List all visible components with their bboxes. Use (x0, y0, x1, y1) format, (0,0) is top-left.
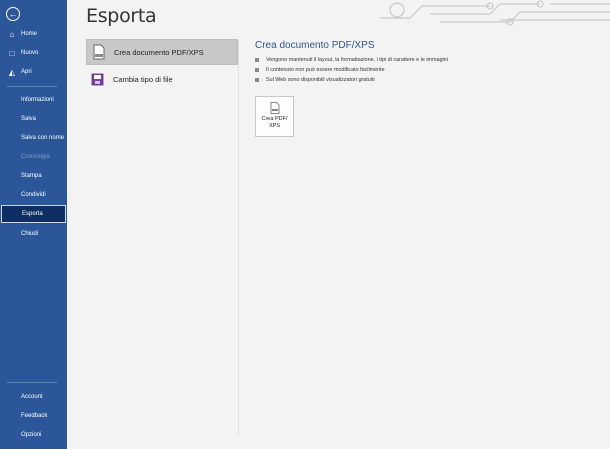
new-document-icon: □ (9, 48, 15, 58)
bullet-icon (255, 58, 259, 62)
create-pdf-xps-button[interactable]: Crea PDF/ XPS (255, 96, 294, 137)
pdf-document-icon (270, 102, 279, 114)
backstage-sidebar: ← ⌂ Home □ Nuovo ◭ Apri Informazioni Sal… (0, 0, 67, 449)
nav-export[interactable]: Esporta (1, 205, 66, 223)
nav-feedback[interactable]: Feedback (0, 407, 67, 425)
change-file-type-icon (91, 73, 104, 86)
pdf-document-icon (93, 44, 105, 60)
sidebar-divider-bottom (7, 382, 57, 383)
folder-icon: ◭ (8, 67, 16, 77)
feature-list: Vengono mantenuti il layout, la formatta… (255, 55, 448, 85)
feature-item: Il contenuto non può essere modificato f… (255, 65, 448, 75)
option-create-pdf-xps[interactable]: Crea documento PDF/XPS (86, 39, 238, 65)
nav-print[interactable]: Stampa (0, 167, 67, 185)
nav-account[interactable]: Account (0, 388, 67, 406)
home-icon: ⌂ (9, 29, 15, 39)
nav-history: Cronologia (21, 154, 51, 160)
nav-save[interactable]: Salva (0, 110, 67, 128)
nav-info[interactable]: Informazioni (0, 91, 67, 109)
feature-item: Vengono mantenuti il layout, la formatta… (255, 55, 448, 65)
nav-home[interactable]: ⌂ Home (0, 25, 67, 43)
pane-divider (238, 40, 239, 435)
detail-title: Crea documento PDF/XPS (255, 40, 375, 51)
bullet-icon (255, 68, 259, 72)
page-title: Esporta (86, 5, 157, 27)
nav-new[interactable]: □ Nuovo (0, 44, 67, 62)
nav-options[interactable]: Opzioni (0, 426, 67, 444)
sidebar-divider (7, 86, 57, 87)
nav-save-as[interactable]: Salva con nome (0, 129, 67, 147)
arrow-left-icon: ← (8, 8, 18, 19)
nav-close[interactable]: Chiudi (0, 225, 67, 243)
back-button[interactable]: ← (6, 7, 20, 21)
nav-open[interactable]: ◭ Apri (0, 63, 67, 81)
circuit-decoration (380, 0, 610, 26)
option-change-file-type[interactable]: Cambia tipo di file (86, 66, 238, 92)
feature-item: Sul Web sono disponibili visualizzatori … (255, 75, 448, 85)
nav-share[interactable]: Condividi (0, 186, 67, 204)
bullet-icon (255, 78, 259, 82)
